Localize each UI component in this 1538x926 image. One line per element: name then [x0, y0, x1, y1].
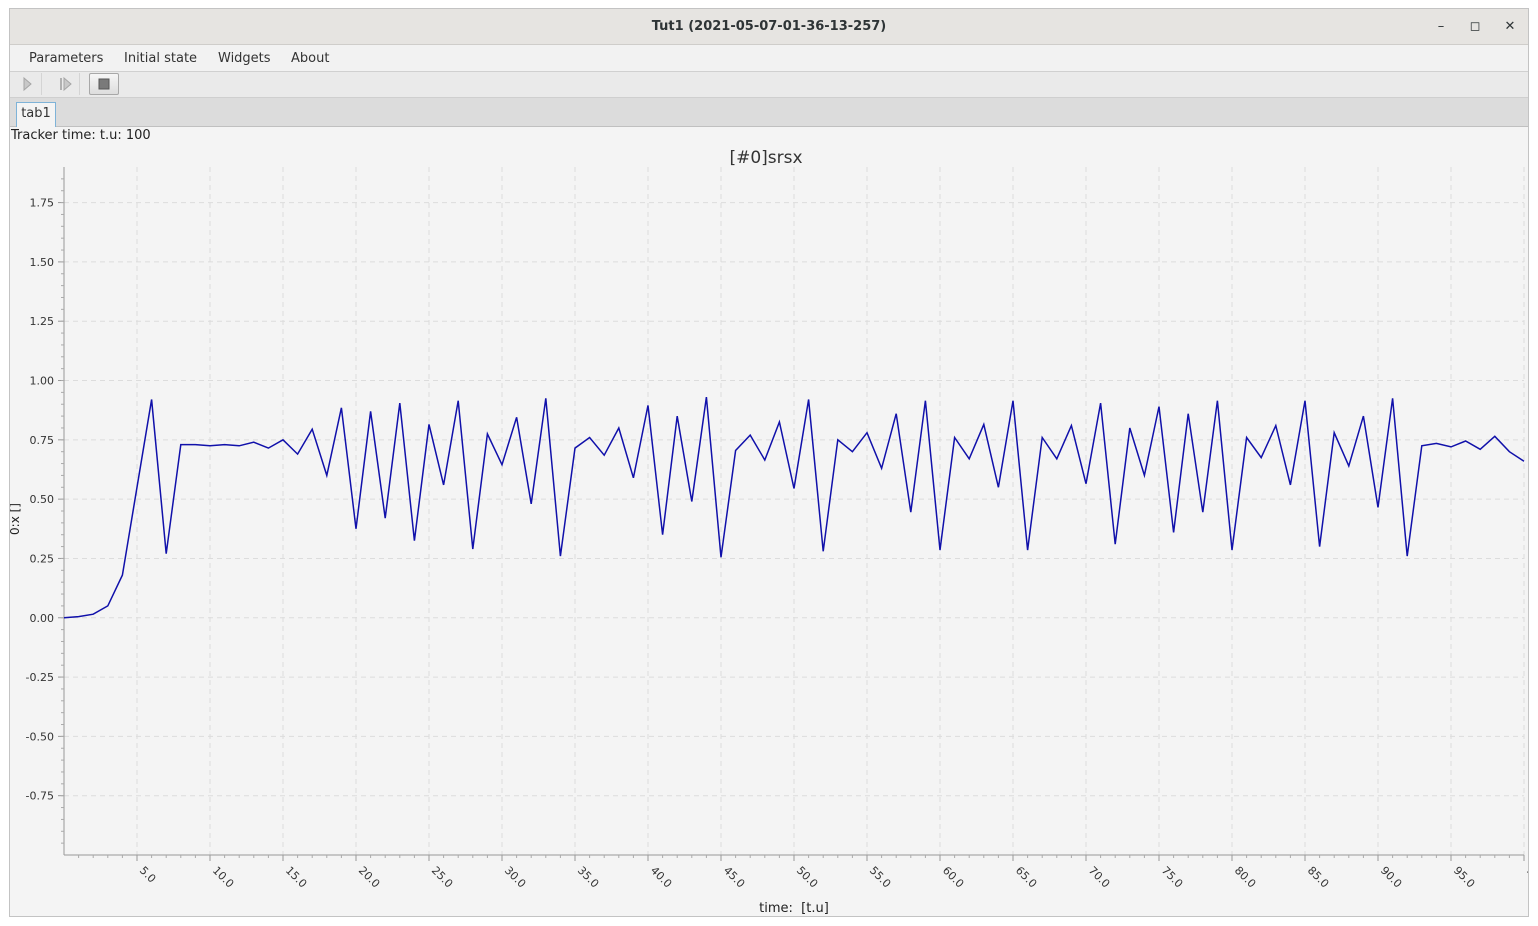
y-tick-label: 0.75 — [30, 434, 55, 447]
x-tick-label: 1 — [1524, 864, 1528, 878]
x-tick-label: 75.0 — [1159, 864, 1186, 891]
x-tick-label: 5.0 — [137, 864, 159, 886]
chart-title: [#0]srsx — [729, 148, 802, 168]
x-tick-label: 85.0 — [1305, 864, 1332, 891]
x-tick-label: 70.0 — [1086, 864, 1113, 891]
x-tick-label: 30.0 — [502, 864, 529, 891]
y-tick-label: 1.50 — [30, 256, 55, 269]
x-tick-label: 40.0 — [648, 864, 675, 891]
x-tick-label: 65.0 — [1013, 864, 1040, 891]
x-tick-label: 35.0 — [575, 864, 602, 891]
x-tick-label: 15.0 — [283, 864, 310, 891]
x-axis-ticks: 5.0 10.0 15.0 20.0 25.0 30.0 35.0 40.0 45.0 50.0 5… — [78, 855, 1528, 891]
x-axis-label: time: [t.u] — [759, 901, 829, 916]
x-tick-label: 80.0 — [1232, 864, 1259, 891]
x-tick-label: 45.0 — [721, 864, 748, 891]
y-tick-label: -0.75 — [26, 790, 54, 803]
x-tick-label: 10.0 — [210, 864, 237, 891]
y-axis-label: 0:x [] — [10, 503, 22, 535]
line-chart: [#0]srsx 1.75 1.50 1.25 1.00 0.75 0.50 0.25 0.0… — [10, 148, 1528, 916]
x-tick-label: 95.0 — [1451, 864, 1478, 891]
y-tick-label: -0.25 — [26, 671, 54, 684]
y-tick-label: 1.25 — [30, 315, 55, 328]
y-tick-label: 1.75 — [30, 197, 55, 210]
x-tick-label: 25.0 — [429, 864, 456, 891]
y-tick-label: -0.50 — [26, 730, 54, 743]
y-tick-label: 0.25 — [30, 552, 55, 565]
chart-grid — [64, 167, 1525, 855]
x-tick-label: 50.0 — [794, 864, 821, 891]
y-axis-ticks: 1.75 1.50 1.25 1.00 0.75 0.50 0.25 0.00 -0.25 -0.… — [26, 178, 64, 844]
x-tick-label: 20.0 — [356, 864, 383, 891]
x-tick-label: 60.0 — [940, 864, 967, 891]
y-tick-label: 1.00 — [30, 375, 55, 388]
x-tick-label: 90.0 — [1378, 864, 1405, 891]
y-tick-label: 0.00 — [30, 612, 55, 625]
app-window: Tut1 (2021-05-07-01-36-13-257) – ◻ ✕ Par… — [9, 8, 1529, 917]
x-tick-label: 55.0 — [867, 864, 894, 891]
y-tick-label: 0.50 — [30, 493, 55, 506]
